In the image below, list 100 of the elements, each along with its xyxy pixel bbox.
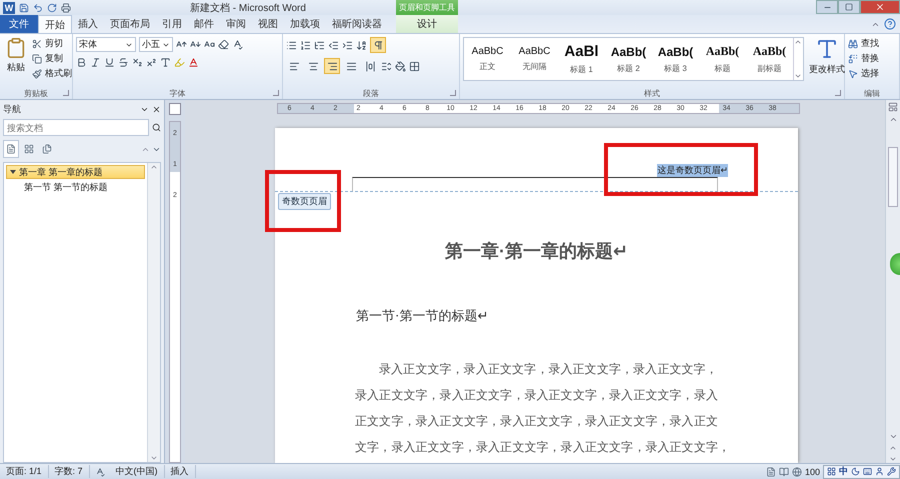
group-label: 段落 <box>363 88 379 98</box>
ime-mode[interactable]: 中 <box>839 465 848 478</box>
scroll-up-icon[interactable] <box>888 115 898 124</box>
body-text: 正文文字，录入正文文字，录入正文文字，录入正文文字，录入正文 <box>355 414 719 428</box>
page-count[interactable]: 页面: 1/1 <box>0 465 49 478</box>
previous-page-icon[interactable] <box>889 444 897 452</box>
redo-icon[interactable] <box>47 2 57 12</box>
font-size-dropdown[interactable]: 小五 <box>139 37 173 52</box>
proofing-icon[interactable] <box>94 466 105 476</box>
style-item[interactable]: AaBbC 无间隔 <box>511 38 558 80</box>
pointer-icon <box>848 68 858 78</box>
superscript-icon[interactable] <box>146 57 157 68</box>
borders-icon[interactable] <box>409 60 420 72</box>
ribbon-tab[interactable]: 审阅 <box>220 15 252 33</box>
shrink-font-icon[interactable] <box>190 39 201 50</box>
save-icon[interactable] <box>19 2 29 12</box>
dialog-launcher-icon[interactable] <box>273 90 279 96</box>
ribbon-tab[interactable]: 福昕阅读器 <box>326 15 388 33</box>
outline-item[interactable]: 第一节 第一节的标题 <box>6 180 145 194</box>
style-item[interactable]: AaBb( 标题 <box>699 38 746 80</box>
ribbon-tab[interactable]: 插入 <box>72 15 104 33</box>
show-marks-button[interactable] <box>370 37 386 53</box>
shading-icon[interactable] <box>395 60 406 72</box>
clipboard-button[interactable]: 复制 <box>32 52 72 65</box>
clipboard-button[interactable]: 剪切 <box>32 37 72 50</box>
numbered-list-icon[interactable] <box>300 40 311 50</box>
help-icon[interactable] <box>884 18 896 30</box>
maximize-button[interactable] <box>838 0 860 14</box>
align-button[interactable] <box>324 58 340 74</box>
ribbon-tab[interactable]: 引用 <box>156 15 188 33</box>
zoom-level[interactable]: 100 <box>804 466 820 476</box>
paste-button[interactable]: 粘贴 <box>3 37 29 84</box>
ribbon-tab[interactable]: 开始 <box>38 15 72 33</box>
style-item[interactable]: AaBl 标题 1 <box>558 38 605 80</box>
subscript-icon[interactable] <box>132 57 143 68</box>
bold-icon[interactable] <box>76 57 87 68</box>
editing-button[interactable]: 查找 <box>848 37 879 50</box>
close-icon[interactable] <box>152 104 161 114</box>
search-field[interactable]: 搜索文档 <box>3 119 149 136</box>
ime-icon[interactable] <box>827 467 836 476</box>
word-count[interactable]: 字数: 7 <box>48 465 90 478</box>
change-styles-button[interactable]: 更改样式 <box>807 37 847 84</box>
clear-format-icon[interactable] <box>218 39 229 50</box>
italic-icon[interactable] <box>90 57 101 68</box>
scroll-down-icon[interactable] <box>794 72 802 80</box>
insert-mode[interactable]: 插入 <box>164 465 196 478</box>
scroll-down-icon[interactable] <box>888 432 898 441</box>
outline-item[interactable]: 第一章 第一章的标题 <box>6 165 145 179</box>
moon-icon[interactable] <box>851 467 860 476</box>
phonetic-guide-icon[interactable] <box>232 39 243 50</box>
multilevel-list-icon[interactable] <box>314 40 325 50</box>
ribbon-tab[interactable]: 文件 <box>0 15 38 33</box>
dialog-launcher-icon[interactable] <box>450 90 456 96</box>
dialog-launcher-icon[interactable] <box>63 90 69 96</box>
group-label: 编辑 <box>864 88 880 98</box>
strikethrough-icon[interactable] <box>118 57 129 68</box>
underline-icon[interactable] <box>104 57 115 68</box>
ribbon-tab[interactable]: 页面布局 <box>104 15 156 33</box>
ribbon-tab[interactable]: 加载项 <box>284 15 326 33</box>
style-item[interactable]: AaBb( 标题 2 <box>605 38 652 80</box>
clipboard-button[interactable]: 格式刷 <box>32 67 72 80</box>
font-color-icon[interactable] <box>188 57 199 68</box>
undo-icon[interactable] <box>33 2 43 12</box>
sort-icon[interactable] <box>356 40 367 50</box>
expand-arrow-icon[interactable] <box>10 170 16 174</box>
view-tab[interactable] <box>3 140 19 158</box>
ribbon-tab[interactable]: 设计 <box>396 15 458 33</box>
user-icon[interactable] <box>875 467 884 476</box>
dialog-launcher-icon[interactable] <box>835 90 841 96</box>
keyboard-icon[interactable] <box>863 467 872 476</box>
scrollbar-thumb[interactable] <box>888 147 898 207</box>
editing-button[interactable]: 选择 <box>848 67 879 80</box>
scrollbar[interactable] <box>885 100 900 463</box>
ribbon-tab[interactable]: 视图 <box>252 15 284 33</box>
scroll-down-icon[interactable] <box>150 454 158 462</box>
text-effect-icon[interactable] <box>160 57 171 68</box>
font-name-dropdown[interactable]: 宋体 <box>76 37 136 52</box>
increase-indent-icon[interactable] <box>342 40 353 50</box>
tab-selector-icon[interactable] <box>169 103 181 115</box>
style-item[interactable]: AaBb( 副标题 <box>746 38 793 80</box>
line-spacing-icon[interactable] <box>381 60 392 72</box>
search-icon[interactable] <box>152 123 161 132</box>
print-icon[interactable] <box>61 2 71 12</box>
style-item[interactable]: AaBb( 标题 3 <box>652 38 699 80</box>
decrease-indent-icon[interactable] <box>328 40 339 50</box>
reading-view-icon[interactable] <box>778 466 789 476</box>
editing-button[interactable]: 替换 <box>848 52 879 65</box>
ruler-toggle-icon[interactable] <box>888 102 898 112</box>
next-page-icon[interactable] <box>889 455 897 463</box>
scrollbar[interactable] <box>147 163 160 462</box>
ribbon-tab[interactable]: 邮件 <box>188 15 220 33</box>
scroll-up-icon[interactable] <box>794 38 802 46</box>
scroll-up-icon[interactable] <box>150 163 158 171</box>
close-icon <box>875 2 885 12</box>
page-icon <box>6 144 16 154</box>
style-item[interactable]: AaBbC 正文 <box>464 38 511 80</box>
language-status[interactable]: 中文(中国) <box>110 465 165 478</box>
web-layout-icon[interactable] <box>792 466 802 476</box>
wrench-icon[interactable] <box>887 467 896 476</box>
print-layout-icon[interactable] <box>766 466 776 476</box>
